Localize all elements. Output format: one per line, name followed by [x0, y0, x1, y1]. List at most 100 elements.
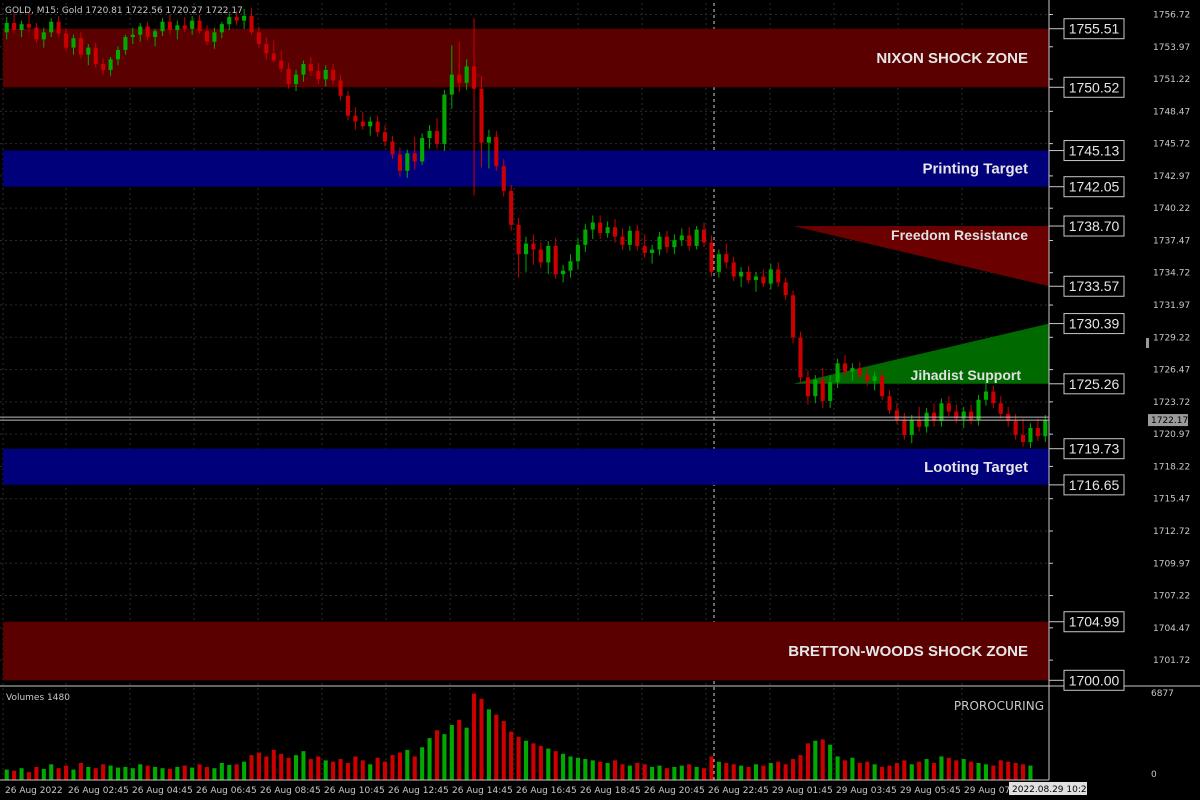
candle-body [308, 64, 313, 72]
candle-body [724, 254, 729, 263]
candle-body [264, 44, 269, 54]
level-label: 1742.05 [1069, 179, 1120, 195]
volume-bar [293, 755, 299, 780]
candle-body [1035, 427, 1040, 437]
candle-body [279, 60, 284, 69]
candle-body [219, 24, 224, 33]
candle-body [679, 235, 684, 241]
candle-body [761, 276, 766, 284]
candle-body [546, 245, 551, 263]
volume-bar [383, 761, 388, 780]
volume-bar [850, 757, 855, 780]
x-tick-label: 26 Aug 12:45 [388, 786, 449, 796]
candle-body [383, 132, 388, 142]
candle-body [909, 419, 914, 435]
candle-body [212, 32, 217, 42]
volume-bar [227, 764, 232, 780]
candle-body [242, 15, 247, 21]
candle-body [19, 24, 24, 30]
y-tick-label: 1723.72 [1153, 398, 1190, 408]
y-tick-label: 1742.97 [1153, 172, 1190, 182]
y-tick-label: 1720.97 [1153, 430, 1190, 440]
volume-bar [64, 765, 69, 780]
volume-bar [820, 739, 825, 780]
level-label: 1745.13 [1069, 143, 1120, 159]
volume-bar [271, 749, 276, 780]
candle-body [434, 130, 440, 144]
candle-body [798, 337, 803, 378]
candle-body [664, 236, 669, 248]
volume-bar [501, 721, 506, 780]
candle-body [672, 240, 677, 248]
candle-body [123, 37, 128, 50]
volume-bar [561, 753, 566, 780]
volume-bar [976, 762, 981, 780]
volume-bar [894, 762, 899, 780]
y-tick-label: 1753.97 [1153, 43, 1190, 53]
volume-bar [167, 768, 172, 780]
candle-body [1028, 427, 1033, 443]
level-label: 1700.00 [1069, 672, 1120, 688]
volume-bar [961, 759, 966, 780]
volume-bar [115, 767, 121, 780]
volume-bar [353, 756, 358, 780]
price-chart[interactable]: NIXON SHOCK ZONE Printing Target Looting T… [0, 0, 1200, 800]
zone-label: NIXON SHOCK ZONE [876, 50, 1028, 67]
candle-body [650, 249, 655, 254]
volume-bar [538, 745, 543, 780]
candle-body [101, 64, 106, 70]
candle-body [687, 235, 692, 246]
volume-bar [12, 770, 17, 780]
candle-body [34, 27, 39, 40]
volume-bar [842, 760, 848, 780]
candle [420, 133, 425, 165]
candle-body [509, 190, 514, 225]
y-tick-label: 1731.97 [1153, 301, 1190, 311]
x-tick-label: 29 Aug 01:45 [772, 786, 833, 796]
volume-bar [249, 755, 254, 780]
candle-body [516, 224, 521, 255]
candle-body [301, 64, 306, 75]
zone-label: Looting Target [924, 459, 1028, 476]
volume-bar [405, 749, 410, 780]
volume-bar [78, 762, 83, 780]
x-tick-label: 26 Aug 10:45 [324, 786, 385, 796]
volume-bar [457, 719, 462, 780]
candle-body [917, 419, 922, 427]
y-tick-label: 1726.47 [1153, 366, 1190, 376]
candle-body [227, 17, 232, 25]
candle-body [405, 153, 410, 171]
volume-bar [946, 757, 951, 780]
volume-bar [553, 751, 558, 780]
candle-body [93, 47, 98, 65]
candle-body [12, 22, 17, 30]
level-label: 1750.52 [1069, 79, 1120, 95]
volume-bar [620, 764, 625, 780]
candle-body [828, 382, 833, 401]
volume-bar [1028, 765, 1033, 780]
y-tick-label: 1729.22 [1153, 333, 1190, 343]
volume-bar [694, 766, 699, 780]
volume-bar [791, 759, 796, 780]
candle-body [115, 49, 121, 60]
volume-bar [449, 725, 454, 780]
volume-bar [739, 765, 744, 780]
y-tick-label: 1707.22 [1153, 592, 1190, 602]
candle-body [486, 136, 491, 143]
y-tick-label: 1748.47 [1153, 107, 1190, 117]
candle [791, 290, 796, 344]
volume-bar [316, 756, 321, 780]
volume-bar [954, 760, 959, 780]
volume-bar [212, 768, 217, 780]
volume-bar [256, 752, 261, 780]
candle-body [813, 379, 818, 397]
volume-bar [360, 760, 365, 780]
volume-bar [679, 765, 684, 780]
candle-body [857, 368, 862, 376]
x-tick-label: 26 Aug 16:45 [516, 786, 577, 796]
candle-body [130, 34, 135, 38]
indicator-title: PROROCURING [954, 699, 1044, 713]
volume-bar [664, 768, 669, 780]
volume-bar [160, 768, 165, 780]
volume-bar [687, 764, 692, 780]
